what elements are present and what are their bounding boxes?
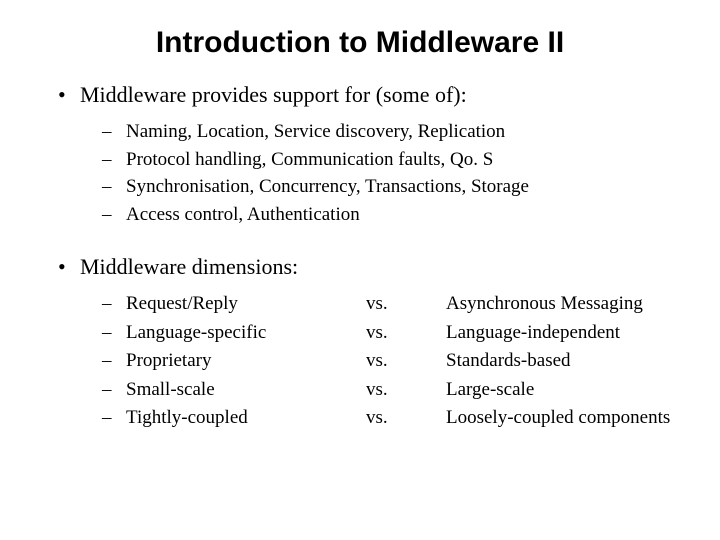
dash-icon: – (102, 118, 126, 146)
dim-right: Loosely-coupled components (446, 404, 690, 433)
dimensions-table: – Request/Reply vs. Asynchronous Messagi… (102, 290, 690, 433)
dim-vs: vs. (366, 290, 446, 319)
dash-icon: – (102, 376, 126, 405)
dim-right: Standards-based (446, 347, 690, 376)
dim-left: Language-specific (126, 319, 366, 348)
table-row: – Small-scale vs. Large-scale (102, 376, 690, 405)
section2-heading: Middleware dimensions: (80, 254, 298, 279)
slide-title: Introduction to Middleware II (30, 26, 690, 60)
table-row: – Tightly-coupled vs. Loosely-coupled co… (102, 404, 690, 433)
dim-left: Proprietary (126, 347, 366, 376)
dash-icon: – (102, 347, 126, 376)
table-row: – Request/Reply vs. Asynchronous Messagi… (102, 290, 690, 319)
section2-heading-line: •Middleware dimensions: (58, 254, 690, 280)
dim-right: Language-independent (446, 319, 690, 348)
bullet-icon: • (58, 254, 80, 280)
section1-heading: Middleware provides support for (some of… (80, 82, 467, 107)
dim-right: Large-scale (446, 376, 690, 405)
section1-list: – Naming, Location, Service discovery, R… (102, 118, 690, 228)
dim-left: Small-scale (126, 376, 366, 405)
dash-icon: – (102, 319, 126, 348)
dim-vs: vs. (366, 376, 446, 405)
dim-left: Tightly-coupled (126, 404, 366, 433)
list-item-text: Synchronisation, Concurrency, Transactio… (126, 173, 529, 201)
list-item-text: Access control, Authentication (126, 201, 360, 229)
bullet-icon: • (58, 82, 80, 108)
list-item-text: Protocol handling, Communication faults,… (126, 146, 493, 174)
list-item: – Protocol handling, Communication fault… (102, 146, 690, 174)
dim-left: Request/Reply (126, 290, 366, 319)
section1-heading-line: •Middleware provides support for (some o… (58, 82, 690, 108)
dim-vs: vs. (366, 319, 446, 348)
dash-icon: – (102, 173, 126, 201)
list-item: – Naming, Location, Service discovery, R… (102, 118, 690, 146)
dash-icon: – (102, 201, 126, 229)
dim-vs: vs. (366, 404, 446, 433)
list-item: – Access control, Authentication (102, 201, 690, 229)
table-row: – Language-specific vs. Language-indepen… (102, 319, 690, 348)
list-item-text: Naming, Location, Service discovery, Rep… (126, 118, 505, 146)
dash-icon: – (102, 290, 126, 319)
list-item: – Synchronisation, Concurrency, Transact… (102, 173, 690, 201)
dash-icon: – (102, 146, 126, 174)
table-row: – Proprietary vs. Standards-based (102, 347, 690, 376)
dim-right: Asynchronous Messaging (446, 290, 690, 319)
slide: Introduction to Middleware II •Middlewar… (0, 0, 720, 540)
dim-vs: vs. (366, 347, 446, 376)
dash-icon: – (102, 404, 126, 433)
